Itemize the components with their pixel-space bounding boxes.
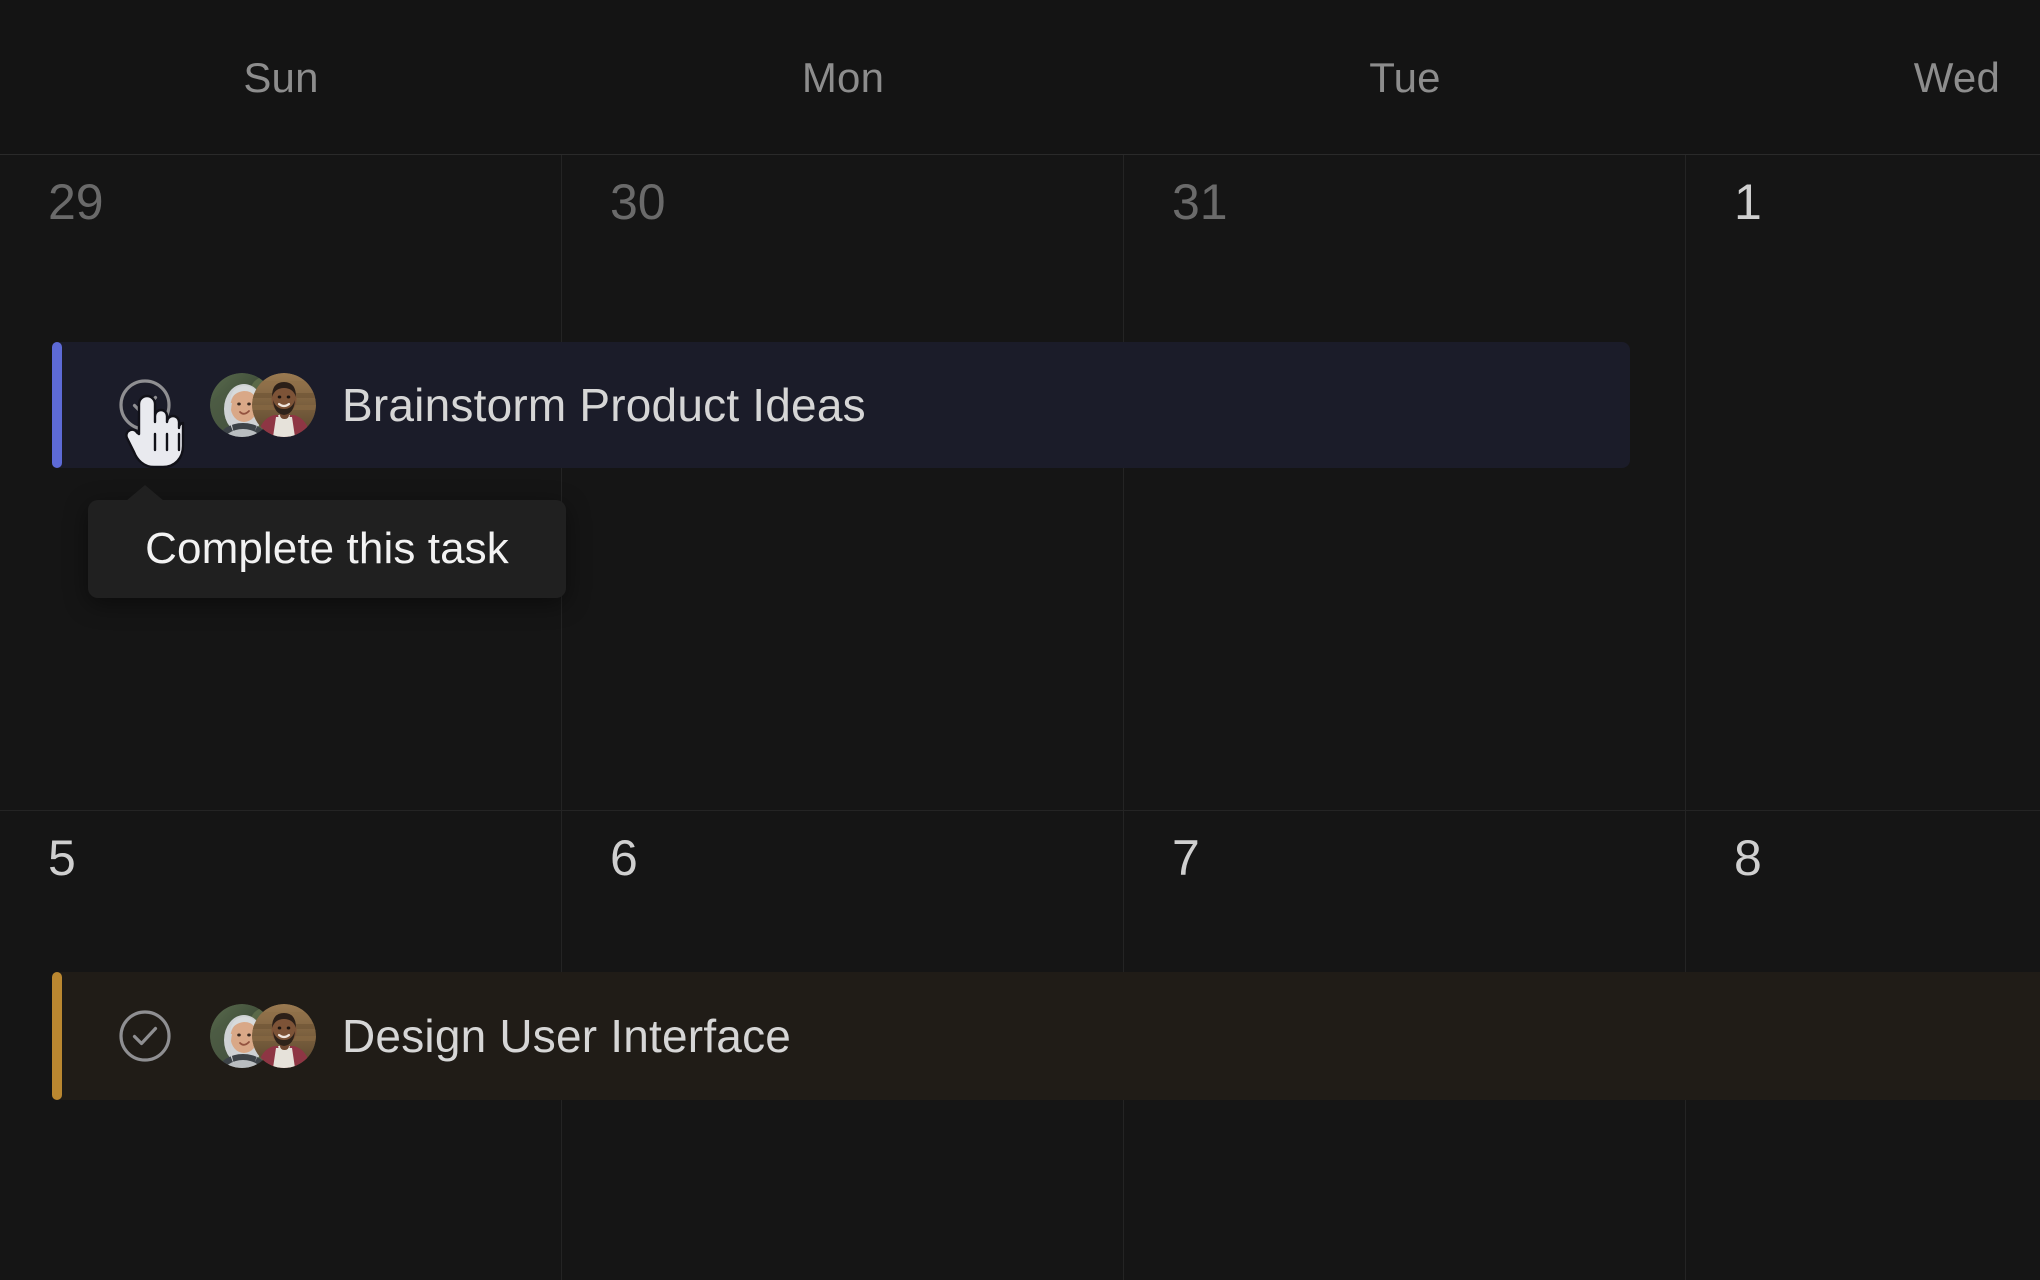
task-title: Design User Interface [342, 1010, 792, 1062]
weekday-header-mon: Mon [562, 0, 1124, 155]
complete-task-tooltip: Complete this task [88, 485, 566, 598]
day-number: 8 [1734, 830, 1762, 886]
weekday-header-wed: Wed [1686, 0, 2040, 155]
day-number: 29 [48, 174, 104, 230]
month-calendar: Sun Mon Tue Wed 29 30 31 1 5 6 7 8 Brain… [0, 0, 2040, 1280]
assignee-avatar-2[interactable] [252, 1004, 316, 1068]
day-number: 1 [1734, 174, 1762, 230]
day-number: 6 [610, 830, 638, 886]
task-assignee-avatars[interactable] [210, 373, 316, 437]
task-accent-bar [52, 972, 62, 1100]
weekday-header-tue: Tue [1124, 0, 1686, 155]
weekday-label: Sun [243, 53, 319, 101]
weekday-label: Wed [1913, 53, 2000, 101]
day-number: 31 [1172, 174, 1228, 230]
day-number: 7 [1172, 830, 1200, 886]
weekday-header-sun: Sun [0, 0, 562, 155]
tooltip-arrow-icon [126, 485, 164, 501]
day-cell-31[interactable]: 31 [1124, 155, 1686, 810]
day-cell-30[interactable]: 30 [562, 155, 1124, 810]
task-bar-design-user-interface[interactable]: Design User Interface [52, 972, 2040, 1100]
tooltip-label: Complete this task [145, 524, 509, 573]
task-accent-bar [52, 342, 62, 468]
assignee-avatar-2[interactable] [252, 373, 316, 437]
task-title: Brainstorm Product Ideas [342, 379, 866, 431]
circle-check-icon[interactable] [117, 377, 173, 433]
weekday-label: Mon [801, 53, 885, 101]
day-number: 30 [610, 174, 666, 230]
week-row-1: 29 30 31 1 [0, 155, 2040, 811]
day-number: 5 [48, 830, 76, 886]
task-bar-brainstorm-product-ideas[interactable]: Brainstorm Product Ideas [52, 342, 1630, 468]
task-assignee-avatars[interactable] [210, 1004, 316, 1068]
weekday-header-row: Sun Mon Tue Wed [0, 0, 2040, 155]
weekday-label: Tue [1369, 53, 1441, 101]
day-cell-29[interactable]: 29 [0, 155, 562, 810]
circle-check-icon[interactable] [117, 1008, 173, 1064]
day-cell-1[interactable]: 1 [1686, 155, 2040, 810]
